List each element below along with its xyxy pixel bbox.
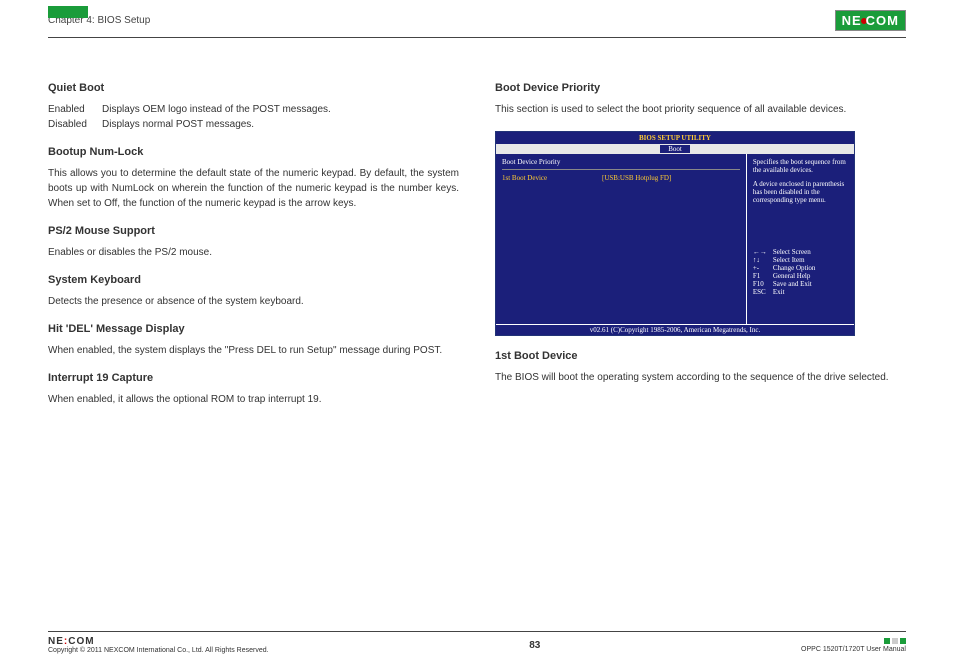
bios-key-key: ESC <box>753 288 773 296</box>
enabled-label: Enabled <box>48 102 102 117</box>
bios-setup-screenshot: BIOS SETUP UTILITY Boot Boot Device Prio… <box>495 131 855 336</box>
bios-key-desc: General Help <box>773 272 811 280</box>
bios-key-desc: Change Option <box>773 264 816 272</box>
bios-key-desc: Save and Exit <box>773 280 812 288</box>
numlock-text: This allows you to determine the default… <box>48 166 459 211</box>
bios-key-desc: Select Screen <box>773 248 811 256</box>
bios-key-key: ←→ <box>753 248 773 256</box>
quiet-boot-title: Quiet Boot <box>48 82 459 94</box>
int19-text: When enabled, it allows the optional ROM… <box>48 392 459 407</box>
disabled-desc: Displays normal POST messages. <box>102 117 459 132</box>
numlock-title: Bootup Num-Lock <box>48 146 459 158</box>
del-msg-text: When enabled, the system displays the "P… <box>48 343 459 358</box>
first-boot-text: The BIOS will boot the operating system … <box>495 370 906 385</box>
header-divider <box>48 37 906 38</box>
enabled-desc: Displays OEM logo instead of the POST me… <box>102 102 459 117</box>
keyboard-title: System Keyboard <box>48 274 459 286</box>
footer-divider <box>48 631 906 632</box>
nexcom-logo: NECOM <box>835 10 906 31</box>
bios-help-text-1: Specifies the boot sequence from the ava… <box>753 158 848 174</box>
bios-first-boot-row: 1st Boot Device [USB:USB Hotplug FD] <box>502 174 740 182</box>
header-accent-block <box>48 6 88 18</box>
bios-key-key: F10 <box>753 280 773 288</box>
footer-manual-name: OPPC 1520T/1720T User Manual <box>801 646 906 653</box>
left-column: Quiet Boot Enabled Displays OEM logo ins… <box>48 82 459 421</box>
bios-key-row: F1General Help <box>753 272 848 280</box>
bios-key-row: +-Change Option <box>753 264 848 272</box>
first-boot-title: 1st Boot Device <box>495 350 906 362</box>
boot-priority-text: This section is used to select the boot … <box>495 102 906 117</box>
bios-key-row: F10Save and Exit <box>753 280 848 288</box>
right-column: Boot Device Priority This section is use… <box>495 82 906 421</box>
footer-logo: NE:COM <box>48 636 95 647</box>
bios-help-panel: Specifies the boot sequence from the ava… <box>747 154 854 324</box>
bios-item-value: [USB:USB Hotplug FD] <box>602 174 671 182</box>
footer-box-icon <box>892 638 898 644</box>
bios-help-text-2: A device enclosed in parenthesis has bee… <box>753 180 848 204</box>
bios-key-key: F1 <box>753 272 773 280</box>
keyboard-text: Detects the presence or absence of the s… <box>48 294 459 309</box>
bios-tab-row: Boot <box>496 144 854 154</box>
footer-box-icon <box>900 638 906 644</box>
footer-box-icon <box>884 638 890 644</box>
bios-key-key: ↑↓ <box>753 256 773 264</box>
bios-main-panel: Boot Device Priority 1st Boot Device [US… <box>496 154 747 324</box>
bios-main-heading: Boot Device Priority <box>502 158 740 170</box>
bios-key-desc: Exit <box>773 288 785 296</box>
bios-copyright: v02.61 (C)Copyright 1985-2006, American … <box>496 324 854 335</box>
int19-title: Interrupt 19 Capture <box>48 372 459 384</box>
bios-key-row: ESCExit <box>753 288 848 296</box>
disabled-label: Disabled <box>48 117 102 132</box>
bios-key-key: +- <box>753 264 773 272</box>
bios-key-desc: Select Item <box>773 256 805 264</box>
boot-priority-title: Boot Device Priority <box>495 82 906 94</box>
bios-key-row: ←→Select Screen <box>753 248 848 256</box>
del-msg-title: Hit 'DEL' Message Display <box>48 323 459 335</box>
bios-item-label: 1st Boot Device <box>502 174 602 182</box>
ps2-text: Enables or disables the PS/2 mouse. <box>48 245 459 260</box>
bios-key-row: ↑↓Select Item <box>753 256 848 264</box>
ps2-title: PS/2 Mouse Support <box>48 225 459 237</box>
bios-utility-title: BIOS SETUP UTILITY <box>496 132 854 144</box>
footer-copyright: Copyright © 2011 NEXCOM International Co… <box>48 647 269 654</box>
page-number: 83 <box>529 640 540 651</box>
bios-boot-tab: Boot <box>660 145 690 153</box>
